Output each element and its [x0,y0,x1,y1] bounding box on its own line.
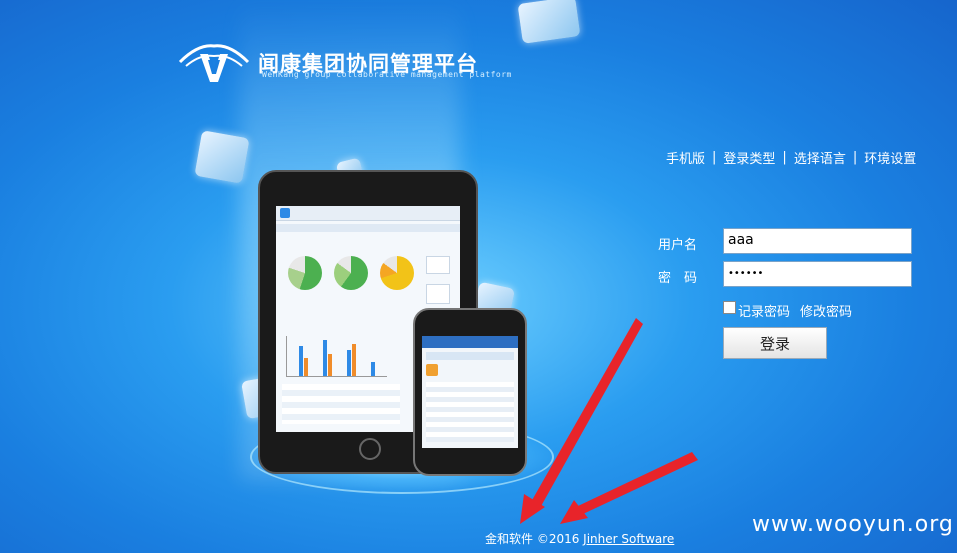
footer-copyright: 金和软件 ©2016 Jinher Software [485,530,674,547]
copyright-text: 金和软件 ©2016 [485,532,584,546]
watermark: www.wooyun.org [752,512,954,537]
red-arrow-icon [520,318,698,524]
jinher-software-link[interactable]: Jinher Software [583,532,674,546]
